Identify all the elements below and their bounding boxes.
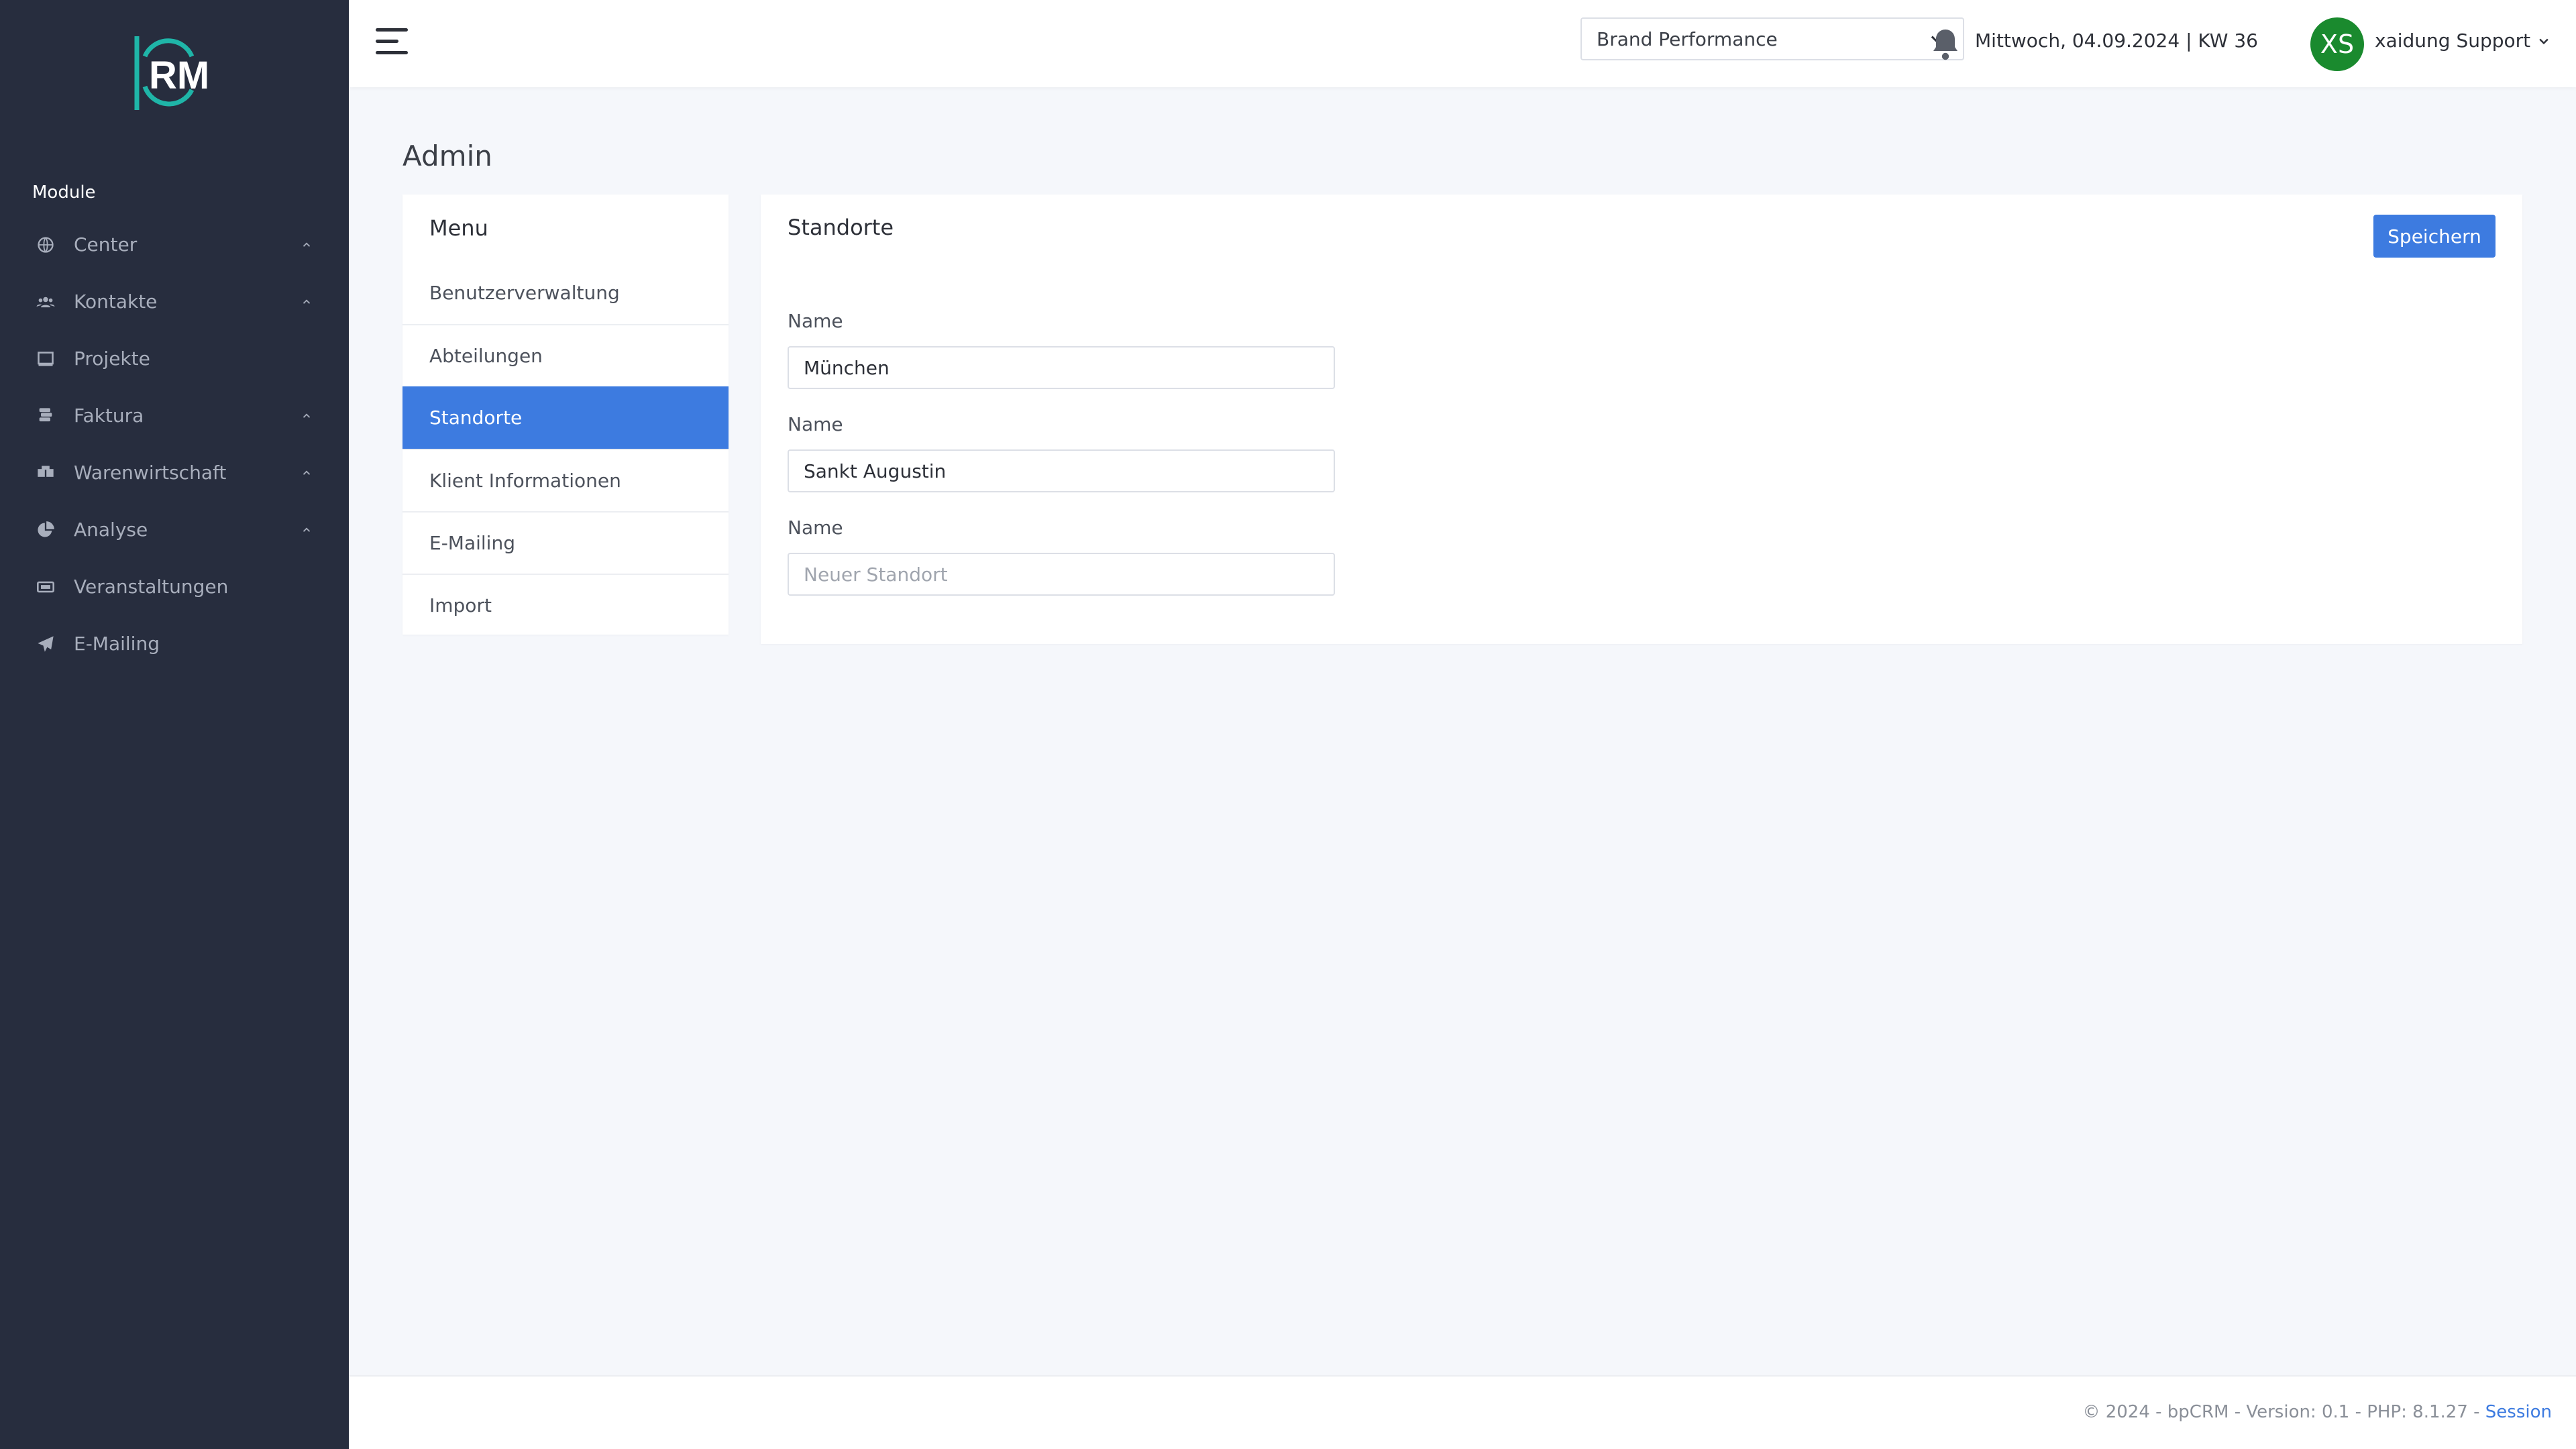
menu-item-benutzerverwaltung[interactable]: Benutzerverwaltung <box>402 262 729 324</box>
admin-menu-card: Menu Benutzerverwaltung Abteilungen Stan… <box>402 195 729 635</box>
footer-version-text: © 2024 - bpCRM - Version: 0.1 - PHP: 8.1… <box>2082 1402 2480 1422</box>
user-menu[interactable]: xaidung Support <box>2375 30 2551 52</box>
menu-item-klient-informationen[interactable]: Klient Informationen <box>402 449 729 511</box>
pie-chart-icon <box>35 519 56 541</box>
location-name-input[interactable] <box>788 449 1335 492</box>
users-icon <box>35 291 56 313</box>
chevron-up-icon <box>301 237 315 252</box>
sidebar-item-label: Center <box>74 233 138 256</box>
topbar: Brand Performance Mittwoch, 04.09.2024 |… <box>349 0 2576 87</box>
boxes-icon <box>35 462 56 484</box>
paper-plane-icon <box>35 633 56 655</box>
field-label: Name <box>788 517 843 539</box>
sidebar: RM Module Center Kontakte Projekte Faktu… <box>0 0 349 1449</box>
card-title: Standorte <box>788 215 894 240</box>
sidebar-section-label: Module <box>32 182 96 203</box>
sidebar-item-center[interactable]: Center <box>0 216 349 273</box>
globe-icon <box>35 234 56 256</box>
sidebar-item-label: Faktura <box>74 405 144 427</box>
sidebar-item-label: E-Mailing <box>74 633 160 655</box>
save-button[interactable]: Speichern <box>2373 215 2496 258</box>
new-location-input[interactable] <box>788 553 1335 596</box>
chevron-up-icon <box>301 409 315 423</box>
footer: © 2024 - bpCRM - Version: 0.1 - PHP: 8.1… <box>349 1375 2576 1449</box>
field-label: Name <box>788 413 843 435</box>
sidebar-item-label: Analyse <box>74 519 148 541</box>
book-icon <box>35 348 56 370</box>
menu-title: Menu <box>429 215 488 241</box>
menu-item-abteilungen[interactable]: Abteilungen <box>402 324 729 386</box>
menu-item-import[interactable]: Import <box>402 574 729 636</box>
ticket-icon <box>35 576 56 598</box>
chevron-up-icon <box>301 466 315 480</box>
chevron-up-icon <box>301 523 315 537</box>
location-name-input[interactable] <box>788 346 1335 389</box>
sidebar-nav: Center Kontakte Projekte Faktura Warenwi… <box>0 216 349 672</box>
page-title: Admin <box>402 140 492 172</box>
coins-icon <box>35 405 56 427</box>
bell-icon[interactable] <box>1929 27 1962 62</box>
standorte-card: Standorte Speichern Name Name Name <box>761 195 2522 644</box>
menu-item-standorte[interactable]: Standorte <box>402 386 729 449</box>
sidebar-item-warenwirtschaft[interactable]: Warenwirtschaft <box>0 444 349 501</box>
footer-text: © 2024 - bpCRM - Version: 0.1 - PHP: 8.1… <box>2082 1402 2552 1422</box>
sidebar-item-veranstaltungen[interactable]: Veranstaltungen <box>0 558 349 615</box>
company-select[interactable]: Brand Performance <box>1580 17 1964 60</box>
user-name-label: xaidung Support <box>2375 30 2531 52</box>
crm-logo[interactable]: RM <box>125 30 225 117</box>
sidebar-item-projekte[interactable]: Projekte <box>0 330 349 387</box>
sidebar-item-label: Veranstaltungen <box>74 576 229 598</box>
sidebar-item-faktura[interactable]: Faktura <box>0 387 349 444</box>
sidebar-item-label: Projekte <box>74 347 150 370</box>
chevron-up-icon <box>301 294 315 309</box>
logo-text: RM <box>149 54 209 97</box>
field-label: Name <box>788 310 843 332</box>
company-select-value: Brand Performance <box>1597 28 1778 50</box>
session-link[interactable]: Session <box>2485 1402 2552 1422</box>
hamburger-menu-icon[interactable] <box>376 27 409 56</box>
current-date: Mittwoch, 04.09.2024 | KW 36 <box>1975 30 2258 52</box>
sidebar-item-analyse[interactable]: Analyse <box>0 501 349 558</box>
chevron-down-icon <box>2539 38 2548 44</box>
sidebar-item-label: Kontakte <box>74 290 158 313</box>
avatar[interactable]: XS <box>2310 17 2364 71</box>
sidebar-item-e-mailing[interactable]: E-Mailing <box>0 615 349 672</box>
sidebar-item-label: Warenwirtschaft <box>74 462 227 484</box>
menu-item-e-mailing[interactable]: E-Mailing <box>402 511 729 574</box>
sidebar-item-kontakte[interactable]: Kontakte <box>0 273 349 330</box>
